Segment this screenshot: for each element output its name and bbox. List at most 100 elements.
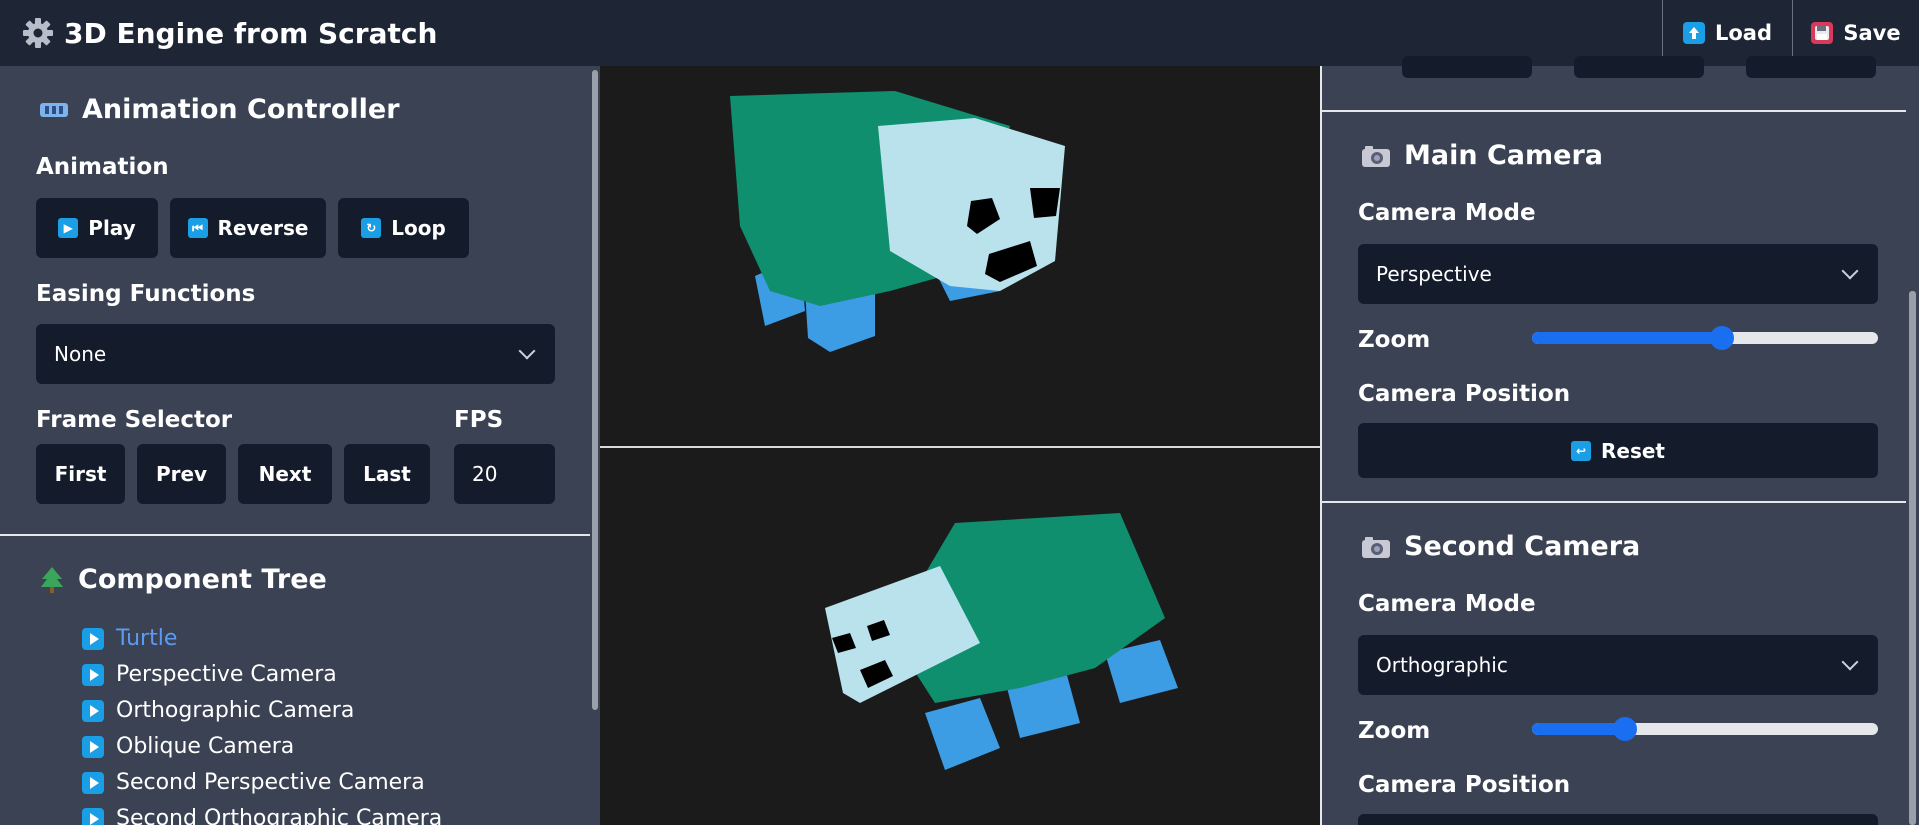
chevron-down-icon bbox=[1841, 653, 1859, 671]
play-icon bbox=[82, 627, 104, 650]
play-icon bbox=[82, 807, 104, 825]
partial-button-2[interactable] bbox=[1574, 56, 1704, 78]
left-panel: Animation Controller Animation ▶ Play ⏮ … bbox=[0, 66, 590, 825]
tree-item-perspective-camera[interactable]: Perspective Camera bbox=[82, 662, 337, 687]
fps-value: 20 bbox=[472, 462, 498, 486]
left-scrollbar-thumb[interactable] bbox=[592, 70, 598, 710]
frame-selector-label: Frame Selector bbox=[36, 407, 233, 433]
play-icon bbox=[82, 699, 104, 722]
prev-label: Prev bbox=[155, 462, 208, 486]
second-camera-title: Second Camera bbox=[1362, 531, 1640, 562]
easing-value: None bbox=[54, 342, 107, 366]
next-frame-button[interactable]: Next bbox=[238, 444, 332, 504]
right-section-divider-1 bbox=[1322, 110, 1919, 112]
easing-select[interactable]: None bbox=[36, 324, 555, 384]
tree-item-label: Turtle bbox=[116, 626, 178, 651]
chevron-down-icon bbox=[1841, 262, 1859, 280]
easing-label: Easing Functions bbox=[36, 281, 256, 307]
next-label: Next bbox=[258, 462, 312, 486]
second-camera-position-label: Camera Position bbox=[1358, 772, 1571, 798]
play-icon: ▶ bbox=[58, 218, 79, 238]
component-tree-title: Component Tree bbox=[40, 564, 327, 595]
main-camera-zoom-slider[interactable] bbox=[1532, 326, 1878, 350]
second-camera-mode-label: Camera Mode bbox=[1358, 591, 1536, 617]
animation-controller-label: Animation Controller bbox=[82, 94, 400, 125]
rewind-icon: ⏮ bbox=[187, 218, 208, 238]
main-camera-label: Main Camera bbox=[1404, 140, 1603, 171]
tree-item-oblique-camera[interactable]: Oblique Camera bbox=[82, 734, 294, 759]
main-camera-viewport[interactable] bbox=[600, 66, 1320, 446]
last-label: Last bbox=[363, 462, 411, 486]
first-frame-button[interactable]: First bbox=[36, 444, 125, 504]
main-camera-zoom-knob[interactable] bbox=[1710, 326, 1735, 350]
right-section-divider-2 bbox=[1322, 501, 1919, 503]
fps-input[interactable]: 20 bbox=[454, 444, 555, 504]
camera-icon bbox=[1362, 145, 1390, 167]
play-icon bbox=[82, 771, 104, 794]
second-camera-viewport[interactable] bbox=[600, 448, 1320, 825]
partial-button-1[interactable] bbox=[1402, 56, 1532, 78]
tree-item-orthographic-camera[interactable]: Orthographic Camera bbox=[82, 698, 354, 723]
loop-label: Loop bbox=[391, 216, 446, 240]
second-camera-zoom-fill bbox=[1532, 723, 1626, 735]
second-camera-reset-button[interactable] bbox=[1358, 814, 1878, 825]
play-button[interactable]: ▶ Play bbox=[36, 198, 158, 258]
load-label: Load bbox=[1714, 21, 1772, 45]
tree-item-turtle[interactable]: Turtle bbox=[82, 626, 177, 651]
partial-button-3[interactable] bbox=[1746, 56, 1876, 78]
turtle-render-perspective bbox=[730, 91, 1065, 352]
tree-item-second-perspective-camera[interactable]: Second Perspective Camera bbox=[82, 770, 425, 795]
reverse-button[interactable]: ⏮ Reverse bbox=[170, 198, 326, 258]
app-title: 3D Engine from Scratch bbox=[64, 16, 438, 50]
reverse-label: Reverse bbox=[217, 216, 309, 240]
tree-item-label: Perspective Camera bbox=[116, 662, 337, 687]
chevron-down-icon bbox=[518, 342, 536, 360]
second-camera-zoom-label: Zoom bbox=[1358, 718, 1431, 744]
fps-label: FPS bbox=[454, 407, 504, 433]
second-camera-zoom-slider[interactable] bbox=[1532, 717, 1878, 741]
second-camera-label: Second Camera bbox=[1404, 531, 1641, 562]
tree-item-label: Second Orthographic Camera bbox=[116, 806, 443, 825]
main-camera-mode-value: Perspective bbox=[1376, 262, 1492, 286]
turtle-render-orthographic bbox=[825, 513, 1178, 770]
reset-label: Reset bbox=[1601, 438, 1665, 463]
tree-item-second-orthographic-camera[interactable]: Second Orthographic Camera bbox=[82, 806, 442, 825]
app-title-wrap: 3D Engine from Scratch bbox=[0, 17, 437, 50]
play-icon bbox=[82, 735, 104, 758]
main-camera-reset-button[interactable]: ↩ Reset bbox=[1358, 423, 1878, 478]
gear-icon bbox=[23, 18, 53, 48]
right-panel: Main Camera Camera Mode Perspective Zoom… bbox=[1322, 56, 1919, 825]
last-frame-button[interactable]: Last bbox=[344, 444, 430, 504]
second-camera-mode-value: Orthographic bbox=[1376, 653, 1508, 677]
loop-icon: ↻ bbox=[361, 218, 382, 238]
right-scrollbar-thumb[interactable] bbox=[1909, 291, 1916, 825]
main-camera-position-label: Camera Position bbox=[1358, 381, 1571, 407]
main-camera-zoom-fill bbox=[1532, 332, 1723, 344]
left-scrollbar[interactable] bbox=[590, 66, 600, 825]
second-camera-zoom-knob[interactable] bbox=[1613, 717, 1638, 741]
main-camera-mode-label: Camera Mode bbox=[1358, 200, 1536, 226]
main-camera-mode-select[interactable]: Perspective bbox=[1358, 244, 1878, 304]
main-camera-title: Main Camera bbox=[1362, 140, 1603, 171]
play-label: Play bbox=[88, 216, 136, 240]
right-scrollbar[interactable] bbox=[1906, 66, 1919, 825]
film-icon bbox=[40, 102, 68, 117]
left-section-divider bbox=[0, 534, 590, 536]
animation-label: Animation bbox=[36, 154, 169, 180]
tree-item-label: Oblique Camera bbox=[116, 734, 295, 759]
animation-controller-title: Animation Controller bbox=[40, 94, 400, 125]
second-camera-mode-select[interactable]: Orthographic bbox=[1358, 635, 1878, 695]
upload-icon bbox=[1682, 22, 1705, 44]
component-tree-label: Component Tree bbox=[78, 564, 327, 595]
prev-frame-button[interactable]: Prev bbox=[137, 444, 226, 504]
tree-icon bbox=[41, 566, 63, 593]
floppy-disk-icon bbox=[1811, 22, 1834, 44]
first-label: First bbox=[54, 462, 107, 486]
tree-item-label: Second Perspective Camera bbox=[116, 770, 425, 795]
main-camera-zoom-label: Zoom bbox=[1358, 327, 1431, 353]
play-icon bbox=[82, 663, 104, 686]
camera-icon bbox=[1362, 536, 1390, 558]
loop-button[interactable]: ↻ Loop bbox=[338, 198, 469, 258]
save-label: Save bbox=[1843, 21, 1901, 45]
reset-icon: ↩ bbox=[1571, 440, 1591, 461]
